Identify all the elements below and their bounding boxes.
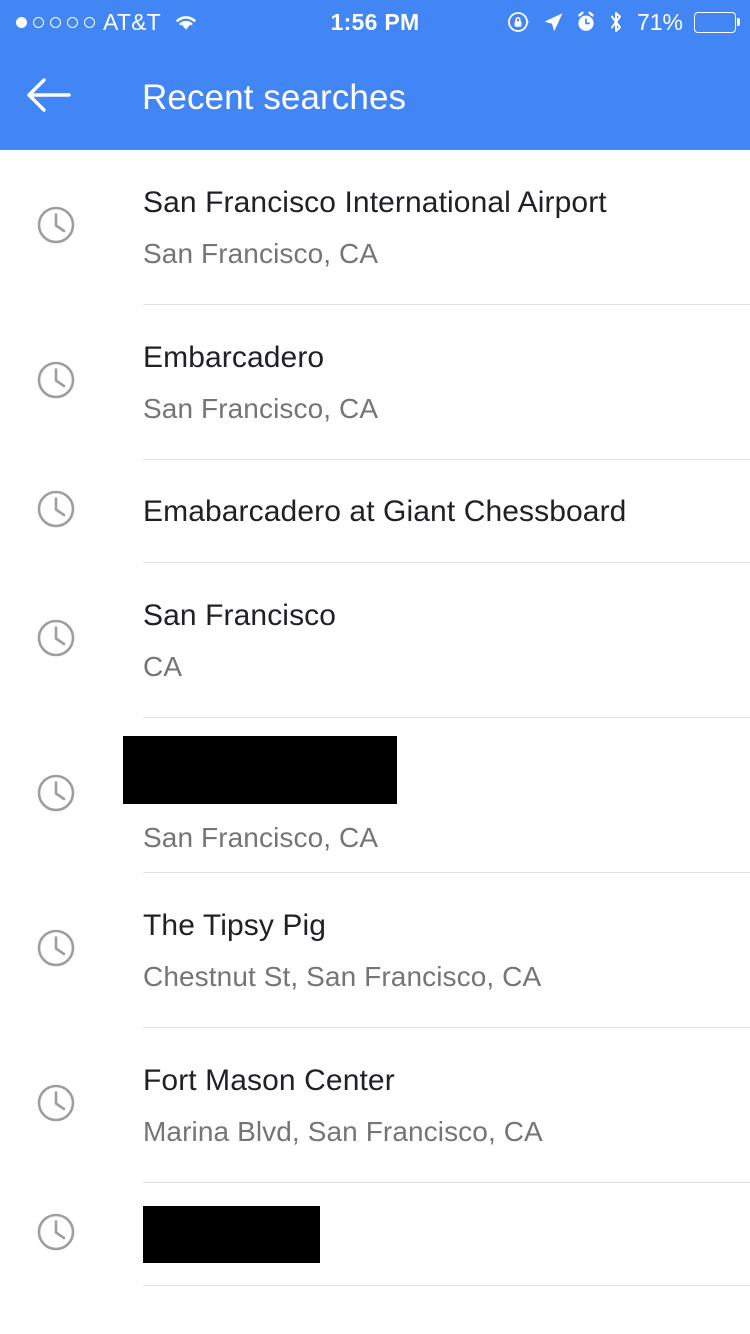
clock-icon bbox=[36, 773, 76, 818]
list-item-subtitle: San Francisco, CA bbox=[143, 393, 379, 425]
list-item-title: Embarcadero bbox=[143, 340, 325, 374]
status-bar: AT&T 1:56 PM 71% bbox=[0, 0, 750, 44]
list-item-body: The Tipsy Pig Chestnut St, San Francisco,… bbox=[143, 908, 750, 993]
nav-row: Recent searches bbox=[0, 44, 750, 150]
list-item-icon bbox=[36, 489, 76, 534]
alarm-clock-icon bbox=[575, 11, 597, 33]
list-item[interactable] bbox=[0, 1183, 750, 1286]
location-arrow-icon bbox=[542, 11, 564, 33]
recent-searches-list: San Francisco International Airport San F… bbox=[0, 150, 750, 1286]
list-item-body: Emabarcadero at Giant Chessboard bbox=[143, 494, 750, 529]
redacted-title bbox=[143, 1206, 320, 1263]
list-item[interactable]: The Tipsy Pig Chestnut St, San Francisco,… bbox=[0, 873, 750, 1028]
list-item-body bbox=[143, 1206, 750, 1263]
list-item-icon bbox=[36, 360, 76, 405]
list-item-subtitle: San Francisco, CA bbox=[143, 238, 379, 270]
list-item-title: The Tipsy Pig bbox=[143, 908, 327, 942]
bluetooth-icon bbox=[608, 10, 624, 34]
list-divider bbox=[143, 1285, 750, 1286]
list-item[interactable]: San Francisco CA bbox=[0, 563, 750, 718]
list-item-subtitle: San Francisco, CA bbox=[143, 822, 379, 854]
list-item-icon bbox=[36, 1212, 76, 1257]
clock-icon bbox=[36, 1212, 76, 1257]
list-item-icon bbox=[36, 928, 76, 973]
back-arrow-icon bbox=[25, 76, 71, 119]
list-item-icon bbox=[36, 618, 76, 663]
battery-percent-label: 71% bbox=[636, 8, 683, 35]
redacted-title bbox=[123, 736, 397, 805]
list-item-body: Embarcadero San Francisco, CA bbox=[143, 340, 750, 425]
clock-icon bbox=[36, 928, 76, 973]
list-item-subtitle: Marina Blvd, San Francisco, CA bbox=[143, 1116, 543, 1148]
phone-screen: AT&T 1:56 PM 71% Recent searches San Fra… bbox=[0, 0, 750, 1334]
list-item[interactable]: Emabarcadero at Giant Chessboard bbox=[0, 460, 750, 563]
list-item[interactable]: Fort Mason Center Marina Blvd, San Franci… bbox=[0, 1028, 750, 1183]
list-item-subtitle: CA bbox=[143, 651, 183, 683]
list-item[interactable]: Embarcadero San Francisco, CA bbox=[0, 305, 750, 460]
list-item-body: Fort Mason Center Marina Blvd, San Franci… bbox=[143, 1063, 750, 1148]
app-header: AT&T 1:56 PM 71% Recent searches bbox=[0, 0, 750, 150]
list-item-title: Fort Mason Center bbox=[143, 1063, 395, 1097]
list-item-title: San Francisco bbox=[143, 598, 337, 632]
list-item-title: Emabarcadero at Giant Chessboard bbox=[143, 494, 627, 528]
back-button[interactable] bbox=[0, 44, 96, 150]
list-item-icon bbox=[36, 773, 76, 818]
list-item-body: San Francisco, CA bbox=[123, 736, 750, 854]
list-item-title: San Francisco International Airport bbox=[143, 185, 607, 219]
status-bar-right: 71% bbox=[507, 0, 740, 44]
list-item-subtitle: Chestnut St, San Francisco, CA bbox=[143, 961, 542, 993]
list-item-icon bbox=[36, 1083, 76, 1128]
rotation-lock-icon bbox=[507, 10, 531, 34]
clock-icon bbox=[36, 489, 76, 534]
list-item-body: San Francisco CA bbox=[143, 598, 750, 683]
clock-icon bbox=[36, 360, 76, 405]
list-item-body: San Francisco International Airport San F… bbox=[143, 185, 750, 270]
clock-icon bbox=[36, 1083, 76, 1128]
clock-icon bbox=[36, 618, 76, 663]
list-item[interactable]: San Francisco International Airport San F… bbox=[0, 150, 750, 305]
list-item[interactable]: San Francisco, CA bbox=[0, 718, 750, 873]
battery-icon bbox=[694, 11, 740, 33]
clock-icon bbox=[36, 205, 76, 250]
page-title: Recent searches bbox=[142, 77, 407, 117]
list-item-icon bbox=[36, 205, 76, 250]
